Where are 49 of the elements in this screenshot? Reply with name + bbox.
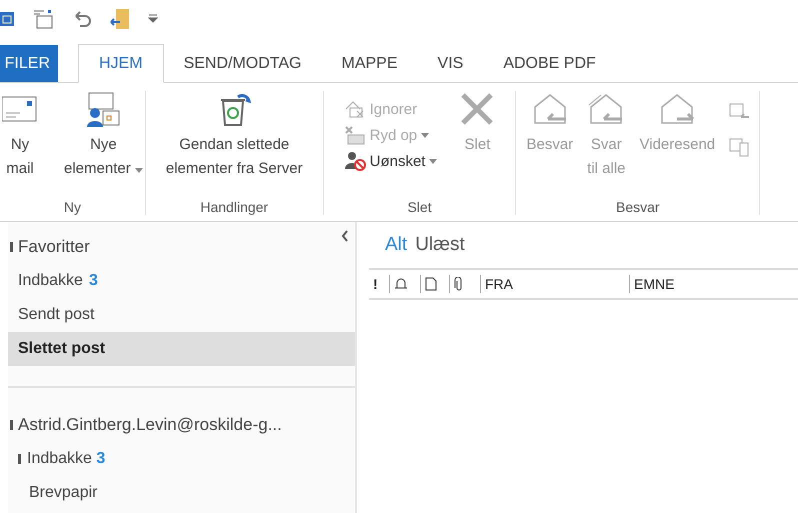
expand-marker[interactable] <box>18 454 21 464</box>
paperclip-icon <box>454 277 464 291</box>
folder-label: Indbakke 3 <box>27 450 106 468</box>
ribbon-button[interactable]: Uønsket <box>344 149 438 173</box>
ribbon-tab[interactable]: MAPPE <box>322 45 418 82</box>
device-icon <box>729 137 750 157</box>
forward-icon <box>659 91 696 127</box>
folder-item[interactable]: Indbakke 3 <box>8 264 355 298</box>
ribbon-tab[interactable]: HJEM <box>78 44 164 83</box>
ribbon-button[interactable]: Ny mail <box>2 91 38 199</box>
group-label: Besvar <box>615 199 661 215</box>
calendar-reply-icon <box>729 103 750 121</box>
document-icon <box>425 277 437 291</box>
reply-all-icon <box>588 91 624 127</box>
filter-tab[interactable]: Ulæst <box>415 234 465 268</box>
folder-item[interactable]: Sendt post <box>8 298 355 332</box>
column-header[interactable]: FRA <box>480 275 629 293</box>
caret-icon <box>429 158 438 164</box>
folder-label: Brevpapir <box>29 484 98 502</box>
favorites-header[interactable]: Favoritter <box>8 230 355 264</box>
cleanup-icon <box>344 125 366 145</box>
delete-x-icon <box>459 91 496 127</box>
new-items-icon <box>85 91 122 127</box>
filter-tab[interactable]: Alt <box>385 234 408 268</box>
caret-icon <box>134 168 143 173</box>
ribbon-tab[interactable]: SEND/MODTAG <box>164 45 322 82</box>
group-label: Handlinger <box>199 199 270 215</box>
reply-icon <box>532 91 568 127</box>
account-header[interactable]: Astrid.Gintberg.Levin@roskilde-g... <box>8 408 355 442</box>
send-receive-icon[interactable] <box>32 9 54 29</box>
column-header[interactable]: EMNE <box>629 275 798 293</box>
group-label: Slet <box>406 199 433 215</box>
ribbon-button[interactable]: Nye elementer <box>64 91 143 199</box>
folder-move-icon[interactable] <box>110 8 130 30</box>
ribbon-button[interactable]: Gendan slettede elementer fra Server <box>166 91 303 199</box>
group-label: Ny <box>62 199 82 215</box>
folder-item[interactable]: Brevpapir <box>8 476 355 510</box>
file-tab[interactable]: FILER <box>0 45 58 82</box>
folder-item[interactable]: Indbakke 3 <box>8 442 355 476</box>
customize-toolbar-icon[interactable] <box>148 14 158 24</box>
collapse-chevron-icon[interactable] <box>341 230 349 242</box>
blocked-person-icon <box>344 151 366 171</box>
column-header[interactable]: ! <box>369 275 389 293</box>
folder-item[interactable]: Slettet post <box>8 332 355 366</box>
ribbon-tab[interactable]: ADOBE PDF <box>483 45 616 82</box>
ignore-icon <box>344 99 366 119</box>
bell-icon <box>394 277 408 291</box>
caret-icon <box>421 132 430 138</box>
ribbon-tab[interactable]: VIS <box>418 45 484 82</box>
